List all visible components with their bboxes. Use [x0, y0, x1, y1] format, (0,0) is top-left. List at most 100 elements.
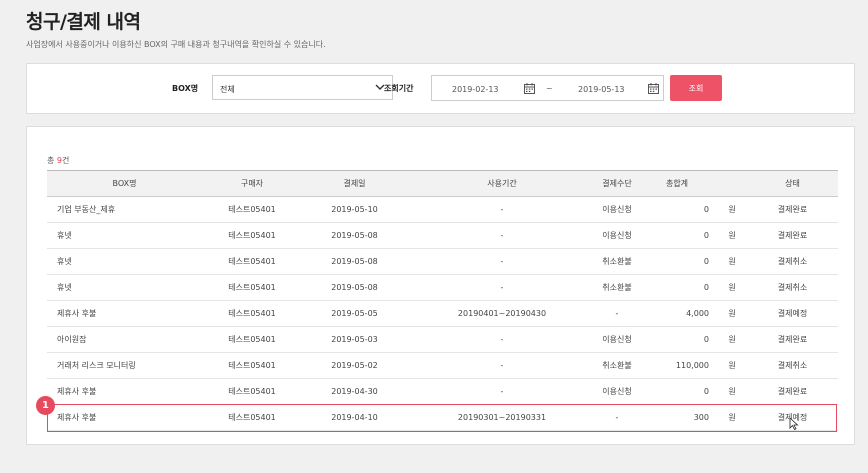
cell-status: 결제완료	[747, 222, 838, 249]
filter-panel: BOX명 전체 조회기간 2019-02-13 ~ 2019-05-13 조회	[26, 63, 855, 114]
cell-unit: 원	[717, 300, 747, 327]
total-count-prefix: 총	[47, 156, 57, 165]
cell-pay-method: 이용신청	[597, 196, 637, 223]
table-row[interactable]: 거래처 리스크 모니터링 테스트05401 2019-05-02- 취소환불 110,0…	[47, 352, 838, 379]
cell-pay-date: 2019-04-30	[302, 378, 407, 405]
highlight-box	[47, 404, 837, 432]
cell-box-name: 휴넷	[47, 248, 202, 275]
cell-pay-date: 2019-05-10	[302, 196, 407, 223]
cell-total: 4,000	[637, 300, 717, 327]
table-row[interactable]: 기업 부동산_제휴 테스트05401 2019-05-10- 이용신청 0 원 결제완료	[47, 196, 838, 223]
cell-buyer: 테스트05401	[202, 378, 302, 405]
search-button[interactable]: 조회	[670, 75, 722, 101]
cell-unit: 원	[717, 352, 747, 379]
col-status: 상태	[747, 170, 838, 197]
total-count-suffix: 건	[62, 156, 70, 165]
cell-status: 결제취소	[747, 274, 838, 301]
cell-usage-period: -	[407, 352, 597, 379]
col-pay-method: 결제수단	[597, 170, 637, 197]
cell-pay-method: -	[597, 300, 637, 327]
cell-status: 결제취소	[747, 352, 838, 379]
cell-pay-date: 2019-05-08	[302, 222, 407, 249]
col-unit	[717, 170, 747, 197]
cell-pay-date: 2019-05-05	[302, 300, 407, 327]
cell-unit: 원	[717, 196, 747, 223]
calendar-icon[interactable]	[648, 83, 659, 94]
cell-total: 0	[637, 196, 717, 223]
calendar-icon[interactable]	[524, 83, 535, 94]
cell-box-name: 휴넷	[47, 222, 202, 249]
cell-unit: 원	[717, 222, 747, 249]
col-total: 총합계	[637, 170, 717, 197]
cell-buyer: 테스트05401	[202, 196, 302, 223]
box-name-select-value: 전체	[220, 85, 235, 94]
cell-usage-period: -	[407, 274, 597, 301]
cell-total: 110,000	[637, 352, 717, 379]
cell-status: 결제완료	[747, 196, 838, 223]
cell-usage-period: -	[407, 222, 597, 249]
cell-pay-method: 취소환불	[597, 352, 637, 379]
cell-unit: 원	[717, 274, 747, 301]
step-badge: 1	[36, 396, 55, 415]
cell-usage-period: -	[407, 326, 597, 353]
billing-list-panel: 총 9건 BOX명 구매자 결제일 사용기간 결제수단 총합계 상태 기업 부동…	[26, 126, 855, 445]
cell-box-name: 기업 부동산_제휴	[47, 196, 202, 223]
table-row[interactable]: 휴넷 테스트05401 2019-05-08- 취소환불 0 원 결제취소	[47, 274, 838, 301]
cell-total: 0	[637, 248, 717, 275]
cell-box-name: 거래처 리스크 모니터링	[47, 352, 202, 379]
cell-usage-period: 20190401~20190430	[407, 300, 597, 327]
total-count: 총 9건	[47, 155, 69, 166]
table-row[interactable]: 제휴사 후불 테스트05401 2019-05-05 20190401~2019043…	[47, 300, 838, 327]
cell-unit: 원	[717, 326, 747, 353]
cell-status: 결제완료	[747, 326, 838, 353]
cell-pay-method: 취소환불	[597, 248, 637, 275]
date-from-input[interactable]: 2019-02-13	[452, 85, 499, 94]
cell-box-name: 제휴사 후불	[47, 378, 202, 405]
cell-unit: 원	[717, 378, 747, 405]
cell-pay-method: 취소환불	[597, 274, 637, 301]
cell-pay-method: 이용신청	[597, 326, 637, 353]
cell-total: 0	[637, 274, 717, 301]
date-to-input[interactable]: 2019-05-13	[578, 85, 625, 94]
table-row[interactable]: 아이원잡 테스트05401 2019-05-03- 이용신청 0 원 결제완료	[47, 326, 838, 353]
cell-total: 0	[637, 326, 717, 353]
table-row[interactable]: 제휴사 후불 테스트05401 2019-04-30- 이용신청 0 원 결제완료	[47, 378, 838, 405]
col-box-name: BOX명	[47, 170, 202, 197]
cell-pay-method: 이용신청	[597, 378, 637, 405]
period-label: 조회기간	[384, 84, 414, 93]
cell-total: 0	[637, 222, 717, 249]
cell-buyer: 테스트05401	[202, 352, 302, 379]
cell-status: 결제완료	[747, 378, 838, 405]
table-row[interactable]: 휴넷 테스트05401 2019-05-08- 이용신청 0 원 결제완료	[47, 222, 838, 249]
cell-box-name: 아이원잡	[47, 326, 202, 353]
cell-usage-period: -	[407, 196, 597, 223]
cell-usage-period: -	[407, 248, 597, 275]
cell-unit: 원	[717, 248, 747, 275]
col-buyer: 구매자	[202, 170, 302, 197]
cell-pay-date: 2019-05-03	[302, 326, 407, 353]
cell-usage-period: -	[407, 378, 597, 405]
cell-pay-date: 2019-05-08	[302, 274, 407, 301]
date-range-field: 2019-02-13 ~ 2019-05-13	[431, 75, 664, 101]
mouse-pointer-icon	[789, 417, 799, 430]
box-name-select[interactable]: 전체	[212, 75, 393, 100]
col-usage-period: 사용기간	[407, 170, 597, 197]
cell-pay-date: 2019-05-02	[302, 352, 407, 379]
table-row[interactable]: 휴넷 테스트05401 2019-05-08- 취소환불 0 원 결제취소	[47, 248, 838, 275]
billing-table: BOX명 구매자 결제일 사용기간 결제수단 총합계 상태 기업 부동산_제휴 테…	[47, 170, 838, 431]
cell-buyer: 테스트05401	[202, 248, 302, 275]
cell-status: 결제취소	[747, 248, 838, 275]
cell-pay-method: 이용신청	[597, 222, 637, 249]
cell-status: 결제예정	[747, 300, 838, 327]
cell-buyer: 테스트05401	[202, 326, 302, 353]
col-pay-date: 결제일	[302, 170, 407, 197]
cell-box-name: 휴넷	[47, 274, 202, 301]
date-separator: ~	[546, 84, 553, 93]
cell-box-name: 제휴사 후불	[47, 300, 202, 327]
cell-buyer: 테스트05401	[202, 274, 302, 301]
table-header-row: BOX명 구매자 결제일 사용기간 결제수단 총합계 상태	[47, 170, 838, 197]
cell-total: 0	[637, 378, 717, 405]
cell-buyer: 테스트05401	[202, 300, 302, 327]
cell-pay-date: 2019-05-08	[302, 248, 407, 275]
box-name-label: BOX명	[172, 84, 199, 93]
